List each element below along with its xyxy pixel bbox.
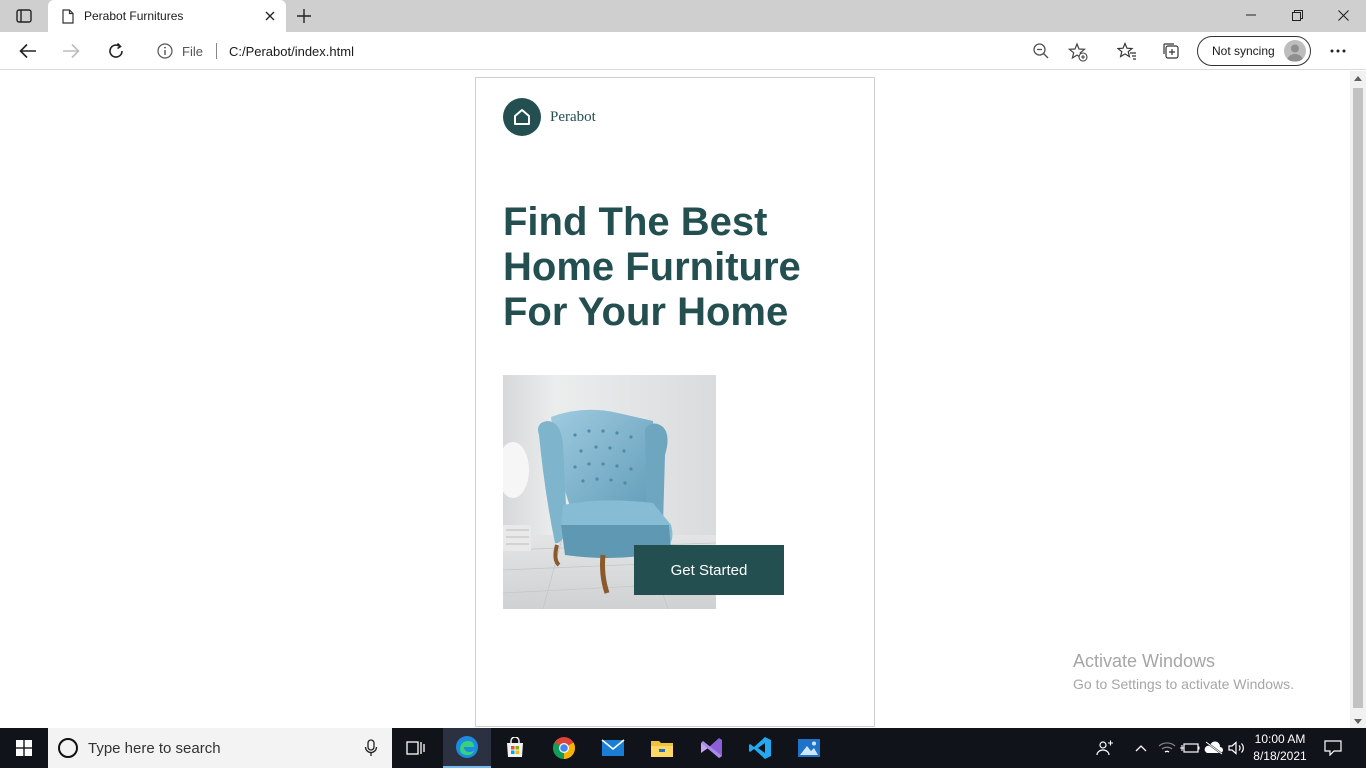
add-favorite-icon[interactable] — [1067, 42, 1088, 62]
back-icon[interactable] — [12, 36, 44, 66]
landing-card: Perabot Find The Best Home Furniture For… — [475, 77, 875, 727]
clock-date: 8/18/2021 — [1253, 749, 1307, 763]
headline-light-1: Find The — [503, 200, 681, 244]
task-view-icon[interactable] — [392, 728, 440, 768]
address-separator — [215, 43, 217, 59]
info-icon[interactable] — [156, 42, 174, 60]
clock-time: 10:00 AM — [1254, 732, 1306, 746]
address-scheme: File — [182, 43, 203, 59]
new-tab-icon[interactable] — [290, 2, 318, 30]
show-hidden-icons-icon[interactable] — [1129, 728, 1153, 768]
taskbar-clock[interactable]: 10:00 AM 8/18/2021 — [1248, 731, 1312, 765]
headline-bold-1: Best — [680, 200, 768, 244]
vertical-scrollbar[interactable] — [1350, 71, 1366, 728]
battery-icon[interactable] — [1178, 728, 1202, 768]
volume-icon[interactable] — [1225, 728, 1249, 768]
url-text[interactable]: C:/Perabot/index.html — [229, 44, 354, 59]
tab-title: Perabot Furnitures — [84, 9, 184, 23]
restore-icon[interactable] — [1274, 0, 1320, 30]
scrollbar-thumb[interactable] — [1353, 88, 1363, 708]
people-icon[interactable] — [1093, 728, 1117, 768]
zoom-out-icon[interactable] — [1032, 42, 1050, 60]
taskbar-search-placeholder: Type here to search — [88, 739, 221, 757]
profile-avatar-icon — [1284, 40, 1306, 62]
windows-taskbar: Type here to search 10:00 AM 8/18/2021 — [0, 728, 1366, 768]
hero-headline: Find The Best Home Furniture For Your Ho… — [503, 200, 863, 335]
forward-icon[interactable] — [55, 36, 87, 66]
notifications-icon[interactable] — [1322, 728, 1344, 768]
headline-bold-2: Home Furniture — [503, 245, 801, 289]
page-viewport: Perabot Find The Best Home Furniture For… — [0, 71, 1350, 728]
minimize-icon[interactable] — [1228, 0, 1274, 30]
more-options-icon[interactable] — [1322, 36, 1354, 66]
visual-studio-icon[interactable] — [687, 728, 735, 768]
address-bar[interactable]: File C:/Perabot/index.html — [144, 36, 1100, 66]
photos-icon[interactable] — [785, 728, 833, 768]
tab-actions-icon[interactable] — [8, 0, 40, 32]
brand[interactable]: Perabot — [503, 98, 596, 136]
browser-toolbar: File C:/Perabot/index.html Not syncing — [0, 32, 1366, 70]
page-icon — [60, 8, 76, 24]
browser-titlebar: Perabot Furnitures — [0, 0, 1366, 32]
refresh-icon[interactable] — [100, 36, 132, 66]
browser-tab[interactable]: Perabot Furnitures — [48, 0, 286, 32]
collections-icon[interactable] — [1155, 36, 1187, 66]
chrome-icon[interactable] — [540, 728, 588, 768]
sync-status-label: Not syncing — [1212, 44, 1275, 58]
watermark-title: Activate Windows — [1073, 651, 1216, 671]
vscode-icon[interactable] — [736, 728, 784, 768]
network-icon[interactable] — [1155, 728, 1179, 768]
get-started-button[interactable]: Get Started — [634, 545, 784, 595]
file-explorer-icon[interactable] — [638, 728, 686, 768]
scroll-down-icon[interactable] — [1350, 714, 1366, 728]
watermark-subtitle: Go to Settings to activate Windows. — [1073, 676, 1294, 692]
home-logo-icon — [503, 98, 541, 136]
brand-name: Perabot — [550, 108, 596, 125]
favorites-icon[interactable] — [1111, 36, 1143, 66]
start-button-icon[interactable] — [0, 728, 48, 768]
microsoft-store-icon[interactable] — [491, 728, 539, 768]
taskbar-search-box[interactable]: Type here to search — [48, 728, 392, 768]
close-tab-icon[interactable] — [256, 2, 284, 30]
edge-icon[interactable] — [443, 728, 491, 768]
cortana-icon — [58, 738, 78, 758]
scroll-up-icon[interactable] — [1350, 71, 1366, 85]
onedrive-offline-icon[interactable] — [1202, 728, 1226, 768]
activate-windows-watermark: Activate Windows Go to Settings to activ… — [1073, 651, 1294, 692]
close-window-icon[interactable] — [1320, 0, 1366, 30]
headline-light-3: For Your Home — [503, 290, 789, 334]
microphone-icon[interactable] — [364, 739, 378, 757]
mail-icon[interactable] — [589, 728, 637, 768]
profile-sync-button[interactable]: Not syncing — [1197, 36, 1311, 66]
